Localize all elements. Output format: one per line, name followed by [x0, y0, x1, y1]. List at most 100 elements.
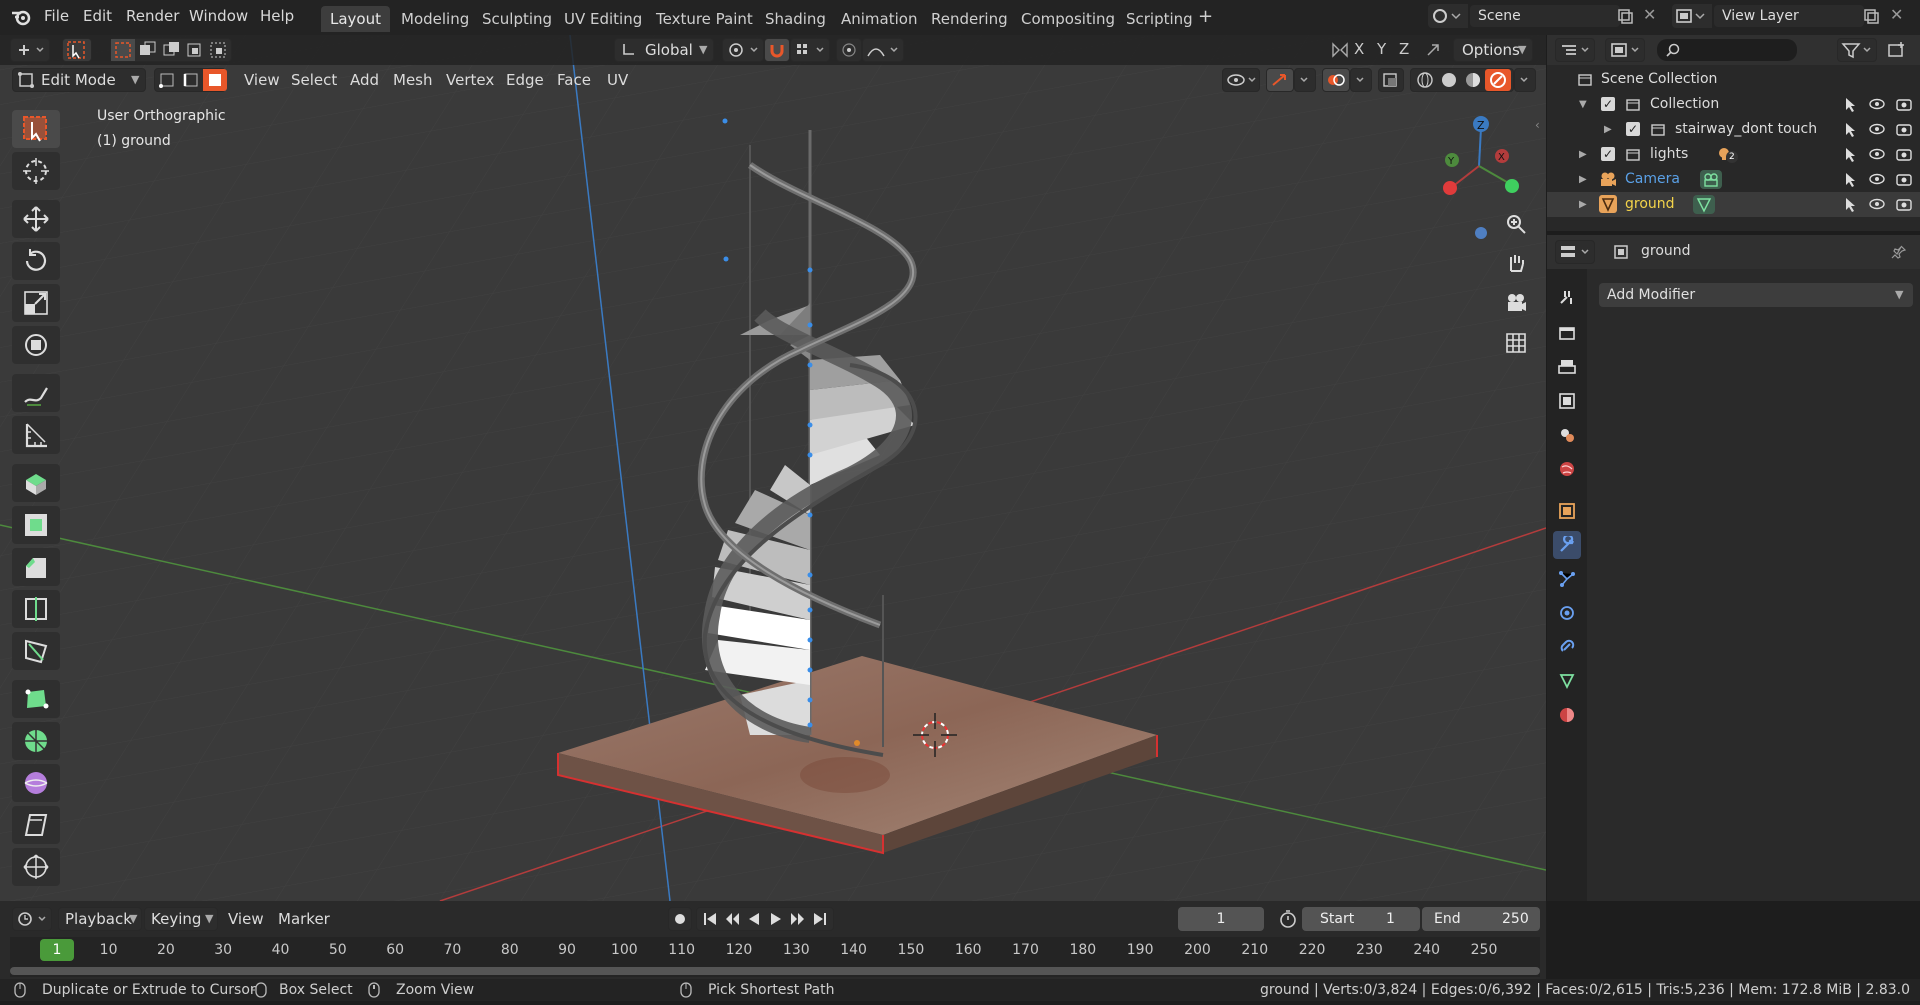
select-new-icon[interactable]: [111, 39, 135, 61]
snap-toggle-icon[interactable]: [764, 38, 790, 62]
overlays-dropdown[interactable]: [1350, 68, 1372, 92]
wireframe-shading-icon[interactable]: [1413, 69, 1437, 91]
render-tab-icon[interactable]: [1553, 319, 1581, 347]
keying-dropdown[interactable]: Keying ▼: [144, 907, 218, 931]
selectable-arrow-icon[interactable]: [1842, 196, 1858, 221]
view-layer-tab-icon[interactable]: [1553, 387, 1581, 415]
scene-type-icon[interactable]: [1428, 4, 1468, 28]
menu-render[interactable]: Render: [126, 7, 179, 25]
properties-editor-type-dropdown[interactable]: [1555, 240, 1595, 264]
auto-merge-icon[interactable]: [1424, 41, 1444, 63]
outliner-row-camera[interactable]: ▶ Camera: [1547, 167, 1920, 192]
viewport-canvas[interactable]: [0, 35, 1546, 901]
editor-type-dropdown[interactable]: [10, 38, 50, 62]
view-layer-field[interactable]: View Layer: [1714, 5, 1864, 27]
tab-modeling[interactable]: Modeling: [392, 6, 478, 32]
cursor-tool[interactable]: [12, 152, 60, 190]
outliner-search-input[interactable]: [1657, 39, 1797, 61]
outliner-row-ground[interactable]: ▶ ground: [1547, 192, 1920, 217]
timeline-editor-type-dropdown[interactable]: [12, 907, 52, 931]
scene-tab-icon[interactable]: [1553, 421, 1581, 449]
pivot-point-dropdown[interactable]: [722, 38, 764, 62]
knife-tool[interactable]: [12, 632, 60, 670]
copy-scene-icon[interactable]: [1616, 7, 1634, 29]
rendered-shading-icon[interactable]: [1485, 69, 1511, 91]
gizmo-toggle-icon[interactable]: [1266, 68, 1294, 92]
modifier-tab-icon[interactable]: [1553, 531, 1581, 559]
poly-build-tool[interactable]: [12, 680, 60, 718]
timeline-scrollbar[interactable]: [10, 967, 1540, 975]
timeline-menu-view[interactable]: View: [222, 907, 270, 931]
filter-dropdown[interactable]: [1837, 38, 1877, 62]
collection-checkbox[interactable]: ✓: [1601, 97, 1615, 111]
end-frame-field[interactable]: End 250: [1422, 907, 1540, 931]
outliner-row-scene-collection[interactable]: Scene Collection: [1547, 67, 1920, 92]
material-shading-icon[interactable]: [1461, 69, 1485, 91]
add-workspace-icon[interactable]: +: [1198, 6, 1213, 27]
visibility-dropdown[interactable]: [1222, 68, 1260, 92]
tab-texture-paint[interactable]: Texture Paint: [647, 6, 762, 32]
data-tab-icon[interactable]: [1553, 667, 1581, 695]
extrude-region-tool[interactable]: [12, 464, 60, 502]
proportional-edit-icon[interactable]: [836, 38, 862, 62]
jump-start-icon[interactable]: [699, 908, 721, 930]
pin-icon[interactable]: [1891, 244, 1907, 264]
outliner-row-lights[interactable]: ▶ ✓ lights 2: [1547, 142, 1920, 167]
gizmo-dropdown[interactable]: [1294, 68, 1316, 92]
jump-end-icon[interactable]: [809, 908, 831, 930]
loop-cut-tool[interactable]: [12, 590, 60, 628]
render-camera-icon[interactable]: [1896, 196, 1912, 221]
tab-layout[interactable]: Layout: [321, 6, 390, 32]
transform-tool[interactable]: [12, 326, 60, 364]
expand-right-icon[interactable]: ▶: [1579, 167, 1587, 192]
pan-hand-icon[interactable]: [1503, 249, 1529, 275]
face-select-icon[interactable]: [203, 69, 227, 91]
menu-window[interactable]: Window: [189, 7, 248, 25]
tab-animation[interactable]: Animation: [832, 6, 926, 32]
mirror-y-toggle[interactable]: Y: [1377, 40, 1386, 58]
spin-tool[interactable]: [12, 722, 60, 760]
particles-tab-icon[interactable]: [1553, 565, 1581, 593]
3d-viewport[interactable]: Global ▼ X Y Z Options ▼ Edit Mode ▼ Vie…: [0, 35, 1546, 901]
vertex-select-icon[interactable]: [155, 69, 179, 91]
menu-select[interactable]: Select: [285, 68, 343, 92]
measure-tool[interactable]: [12, 416, 60, 454]
collection-checkbox[interactable]: ✓: [1601, 147, 1615, 161]
outliner-row-collection[interactable]: ▼ ✓ Collection: [1547, 92, 1920, 117]
bevel-tool[interactable]: [12, 548, 60, 586]
play-icon[interactable]: [765, 908, 787, 930]
collection-checkbox[interactable]: ✓: [1626, 122, 1640, 136]
expand-right-icon[interactable]: ▶: [1579, 142, 1587, 167]
stopwatch-icon[interactable]: [1278, 909, 1298, 933]
mirror-icon[interactable]: [1330, 41, 1350, 63]
start-frame-field[interactable]: Start 1: [1302, 907, 1420, 931]
shear-tool[interactable]: [12, 806, 60, 844]
physics-tab-icon[interactable]: [1553, 599, 1581, 627]
tab-sculpting[interactable]: Sculpting: [473, 6, 561, 32]
menu-face[interactable]: Face: [551, 68, 597, 92]
mode-dropdown[interactable]: Edit Mode ▼: [12, 68, 146, 92]
next-keyframe-icon[interactable]: [787, 908, 809, 930]
edge-select-icon[interactable]: [179, 69, 203, 91]
move-tool[interactable]: [12, 200, 60, 238]
expand-down-icon[interactable]: ▼: [1579, 92, 1587, 117]
menu-mesh[interactable]: Mesh: [387, 68, 439, 92]
menu-vertex[interactable]: Vertex: [440, 68, 500, 92]
inset-faces-tool[interactable]: [12, 506, 60, 544]
snap-element-dropdown[interactable]: [790, 38, 830, 62]
camera-view-icon[interactable]: [1503, 290, 1529, 316]
current-frame-field[interactable]: 1: [1178, 907, 1264, 931]
menu-add[interactable]: Add: [344, 68, 385, 92]
to-sphere-tool[interactable]: [12, 848, 60, 886]
grid-view-icon[interactable]: [1503, 330, 1529, 356]
menu-file[interactable]: File: [44, 7, 69, 25]
rotate-tool[interactable]: [12, 242, 60, 280]
tab-compositing[interactable]: Compositing: [1012, 6, 1124, 32]
select-intersect-icon[interactable]: [207, 39, 231, 61]
playback-dropdown[interactable]: Playback ▼: [58, 907, 142, 931]
add-modifier-dropdown[interactable]: Add Modifier ▼: [1599, 283, 1913, 307]
shading-dropdown[interactable]: [1514, 68, 1536, 92]
menu-view[interactable]: View: [238, 68, 286, 92]
remove-view-layer-icon[interactable]: ✕: [1890, 5, 1903, 24]
sidebar-toggle-icon[interactable]: ‹: [1535, 118, 1540, 132]
